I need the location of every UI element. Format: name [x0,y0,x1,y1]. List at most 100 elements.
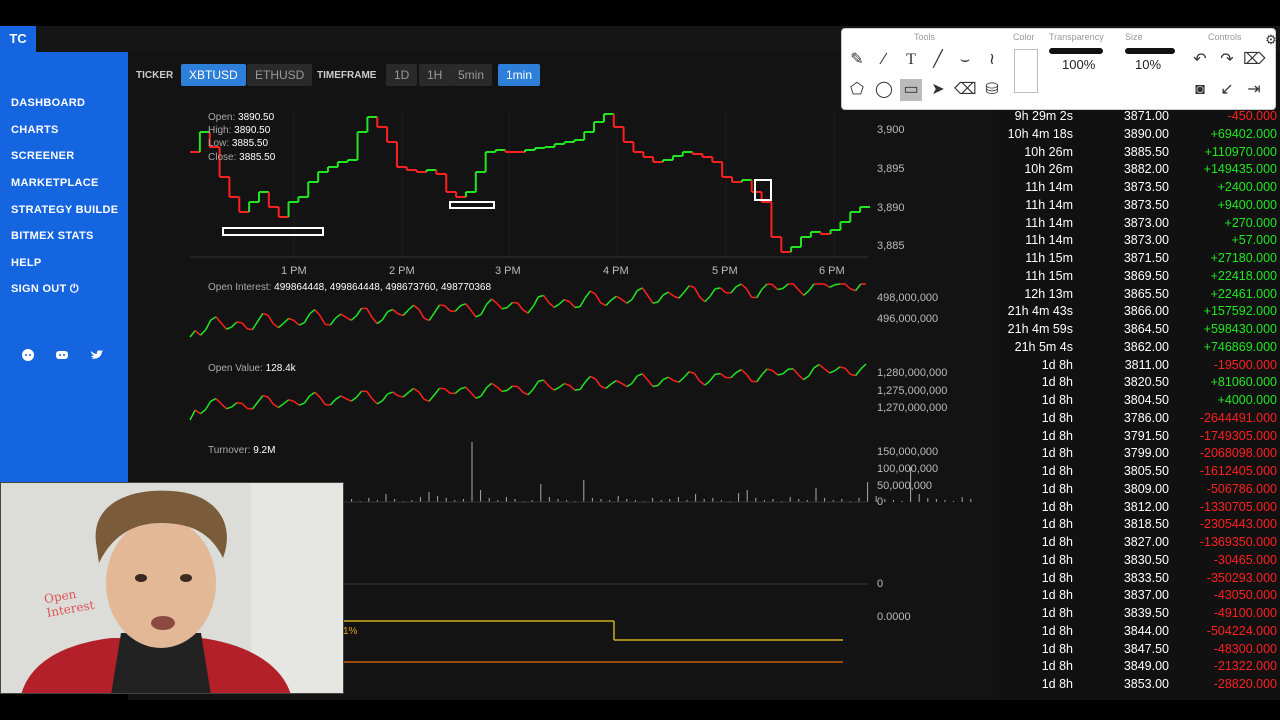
transparency-section-label: Transparency [1049,32,1104,42]
trade-price: 3882.00 [1123,162,1169,177]
color-section-label: Color [1013,32,1035,42]
trade-change: -1369350.000 [1199,535,1277,549]
sidebar-item-charts[interactable]: CHARTS [11,124,59,136]
trade-price: 3837.00 [1123,588,1169,603]
trade-time: 1d 8h [1041,641,1073,656]
bottom-bar [0,700,1280,720]
trade-row: 21h 4m 43s 3866.00 +157592.000 [998,304,1280,322]
pct-label: 1% [343,626,358,637]
trade-change: -19500.000 [1213,357,1277,372]
curve-tool-icon[interactable]: ⌣ [954,49,976,71]
settings-gear-icon[interactable]: ⚙ [1260,29,1280,51]
trade-price: 3799.00 [1123,446,1169,461]
ellipse-tool-icon[interactable]: ◯ [873,79,895,101]
webcam-person-image [1,483,343,693]
trade-price: 3805.50 [1123,464,1169,478]
turnover-tick: 0 [877,496,884,508]
trade-change: -49100.000 [1213,606,1277,620]
trade-change: +110970.000 [1204,144,1277,159]
ohlc-high: High: 3890.50 [208,125,271,136]
lower-zero-tick: 0 [877,578,884,590]
redo-icon[interactable]: ↷ [1216,49,1238,71]
time-tick: 5 PM [712,265,738,277]
oi-tick: 498,000,000 [877,292,939,304]
trade-row: 1d 8h 3827.00 -1369350.000 [998,535,1280,553]
transparency-slider[interactable] [1049,48,1103,54]
tools-section-label: Tools [914,32,936,42]
camera-icon[interactable]: ◙ [1189,79,1211,101]
trade-price: 3818.50 [1123,517,1169,532]
color-swatch[interactable] [1014,49,1038,93]
price-tick: 3,890 [877,202,905,214]
sidebar-item-help[interactable]: HELP [11,257,42,269]
trade-price: 3786.00 [1123,410,1169,425]
trade-time: 1d 8h [1041,428,1073,443]
trade-price: 3866.00 [1123,304,1169,319]
trade-change: -506786.000 [1206,481,1277,496]
size-slider[interactable] [1125,48,1175,54]
rectangle-tool-icon[interactable]: ▭ [900,79,922,101]
trade-row: 11h 14m 3873.50 +2400.000 [998,180,1280,198]
import-icon[interactable]: ↙ [1216,79,1238,101]
trade-price: 3844.00 [1123,623,1169,638]
drawing-toolbox: Tools Color Transparency Size Controls ⚙… [841,28,1277,110]
time-tick: 6 PM [819,265,845,277]
trade-change: -350293.000 [1206,570,1277,585]
trade-time: 11h 14m [1025,233,1073,248]
trade-change: +81060.000 [1210,375,1277,390]
trade-price: 3865.50 [1123,286,1169,301]
trade-change: -1749305.000 [1199,428,1277,443]
sidebar-item-dashboard[interactable]: DASHBOARD [11,97,85,109]
sidebar-item-marketplace[interactable]: MARKETPLACE [11,177,99,189]
app-logo[interactable]: TC [0,26,36,52]
select-arrow-icon[interactable]: ➤ [927,79,949,101]
line-tool-icon[interactable]: ╱ [927,49,949,71]
sidebar-item-bitmex-stats[interactable]: BITMEX STATS [11,230,94,242]
trade-price: 3890.00 [1123,126,1169,141]
trade-price: 3830.50 [1123,552,1169,567]
trade-time: 1d 8h [1041,552,1073,567]
reddit-icon[interactable] [21,348,35,362]
trade-row: 1d 8h 3811.00 -19500.000 [998,358,1280,376]
sidebar-item-sign-out[interactable]: SIGN OUT ⏻ [11,283,79,296]
trade-change: +2400.000 [1217,180,1277,194]
trade-change: -2305443.000 [1199,517,1277,532]
trade-time: 1d 8h [1041,606,1073,620]
bezier-tool-icon[interactable]: ≀ [981,49,1003,71]
twitter-icon[interactable] [90,348,104,362]
trade-time: 1d 8h [1041,481,1073,496]
polygon-tool-icon[interactable]: ⬠ [846,79,868,101]
trade-time: 11h 14m [1025,197,1073,212]
trade-price: 3849.00 [1123,659,1169,674]
trade-change: +149435.000 [1203,162,1277,177]
trade-change: +598430.000 [1203,322,1277,336]
trade-price: 3871.50 [1123,251,1169,265]
trade-row: 10h 26m 3885.50 +110970.000 [998,145,1280,163]
ov-tick: 1,270,000,000 [877,402,948,414]
trade-change: -450.000 [1227,109,1277,123]
trade-change: -1330705.000 [1199,499,1277,514]
trade-price: 3869.50 [1123,268,1169,283]
discord-icon[interactable] [55,348,69,362]
clear-icon[interactable]: ⌦ [1243,49,1266,71]
exit-icon[interactable]: ⇥ [1243,79,1265,101]
trade-row: 21h 4m 59s 3864.50 +598430.000 [998,322,1280,340]
sidebar-item-strategy-builder[interactable]: STRATEGY BUILDE [11,204,118,216]
text-tool-icon[interactable]: T [900,49,922,71]
time-tick: 2 PM [389,265,415,277]
eraser-icon[interactable]: ⌫ [954,79,977,101]
trade-change: +27180.000 [1210,251,1277,265]
trade-row: 1d 8h 3849.00 -21322.000 [998,659,1280,677]
undo-icon[interactable]: ↶ [1189,49,1211,71]
sidebar-item-screener[interactable]: SCREENER [11,150,75,162]
trade-row: 1d 8h 3791.50 -1749305.000 [998,429,1280,447]
trade-price: 3812.00 [1123,499,1169,514]
trade-change: +270.000 [1224,215,1277,230]
fill-bucket-icon[interactable]: ⛁ [981,79,1003,101]
trade-price: 3873.00 [1123,233,1169,248]
trade-change: +69402.000 [1210,126,1277,141]
pencil-icon[interactable]: ✎ [846,49,868,71]
trade-row: 1d 8h 3830.50 -30465.000 [998,553,1280,571]
trade-change: +22461.000 [1210,286,1277,301]
eyedropper-icon[interactable]: ⁄ [873,49,895,71]
